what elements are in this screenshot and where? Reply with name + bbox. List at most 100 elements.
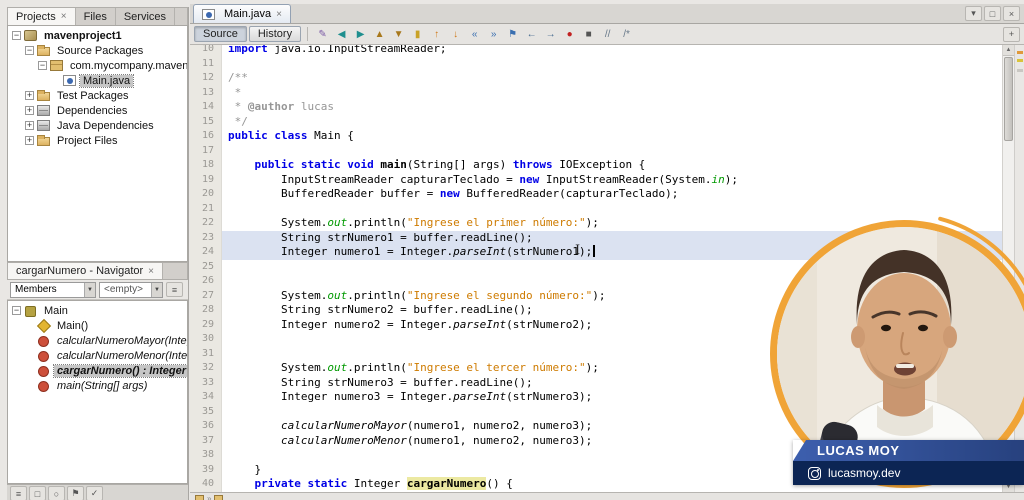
members-dropdown[interactable]: Members ▼ <box>10 282 96 298</box>
navigator-item-main[interactable]: −Main <box>8 303 187 318</box>
uncomment-icon[interactable]: /* <box>618 26 635 43</box>
code-line-13[interactable]: 13 * <box>190 86 1002 101</box>
expand-icon[interactable]: + <box>25 121 34 130</box>
comment-icon[interactable]: // <box>599 26 616 43</box>
expand-icon[interactable]: + <box>25 91 34 100</box>
close-tab-icon[interactable]: × <box>276 9 282 20</box>
toggle-highlight-icon[interactable]: ▮ <box>409 26 426 43</box>
previous-occurrence-icon[interactable]: ↑ <box>428 26 445 43</box>
document-list-icon[interactable]: ▾ <box>965 6 982 21</box>
code-line-16[interactable]: 16public class Main { <box>190 129 1002 144</box>
tasks-window-icon[interactable]: ✓ <box>86 486 103 500</box>
code-line-17[interactable]: 17 <box>190 144 1002 159</box>
filters-icon[interactable]: ≡ <box>166 282 183 297</box>
collapse-icon[interactable]: − <box>38 61 47 70</box>
project-item-main-java[interactable]: Main.java <box>8 73 187 88</box>
search-results-icon[interactable]: ○ <box>48 486 65 500</box>
mark[interactable] <box>1017 69 1023 72</box>
shift-left-icon[interactable]: ← <box>523 26 540 43</box>
scroll-up-icon[interactable]: ▲ <box>1003 45 1014 56</box>
warning-mark[interactable] <box>1017 59 1023 62</box>
next-occurrence-icon[interactable]: ↓ <box>447 26 464 43</box>
bottom-toolbar: ≡□○⚑✓ <box>7 484 188 500</box>
files-view-icon[interactable]: ≡ <box>10 486 27 500</box>
collapse-icon[interactable]: − <box>25 46 34 55</box>
editor-toolbar-icons: ✎◀▶▲▼▮↑↓«»⚑←→●■///* <box>314 26 635 43</box>
warning-mark[interactable] <box>1017 51 1023 54</box>
line-number: 36 <box>190 419 222 434</box>
output-window-icon[interactable]: □ <box>29 486 46 500</box>
filter-dropdown-value: <empty> <box>104 284 143 295</box>
history-button[interactable]: History <box>249 26 301 42</box>
code-line-12[interactable]: 12/** <box>190 71 1002 86</box>
filter-dropdown[interactable]: <empty> ▼ <box>99 282 163 298</box>
panel-tab-services[interactable]: Services <box>116 8 175 25</box>
folder-icon <box>37 137 50 146</box>
code-line-11[interactable]: 11 <box>190 57 1002 72</box>
tab-navigator[interactable]: cargarNumero - Navigator × <box>8 263 163 279</box>
breadcrumb-separator: » <box>207 494 211 500</box>
code-line-20[interactable]: 20 BufferedReader buffer = new BufferedR… <box>190 187 1002 202</box>
maximize-window-icon[interactable]: □ <box>984 6 1001 21</box>
method-icon <box>37 380 50 391</box>
navigator-item-calcularnumeromenor-integer-nume[interactable]: calcularNumeroMenor(Integer numero1, Int… <box>8 348 187 363</box>
previous-edit-icon[interactable]: ✎ <box>314 26 331 43</box>
project-item-test-packages[interactable]: +Test Packages <box>8 88 187 103</box>
project-item-project-files[interactable]: +Project Files <box>8 133 187 148</box>
line-number: 18 <box>190 158 222 173</box>
line-number: 31 <box>190 347 222 362</box>
package-icon <box>50 60 63 71</box>
project-item-java-dependencies[interactable]: +Java Dependencies <box>8 118 187 133</box>
project-item-mavenproject1[interactable]: −mavenproject1 <box>8 28 187 43</box>
code-line-18[interactable]: 18 public static void main(String[] args… <box>190 158 1002 173</box>
members-dropdown-label: Members <box>15 284 57 295</box>
mouse-cursor-ibeam: I <box>575 243 580 258</box>
line-number: 19 <box>190 173 222 188</box>
code-line-15[interactable]: 15 */ <box>190 115 1002 130</box>
panel-tab-projects[interactable]: Projects× <box>8 8 76 25</box>
find-previous-icon[interactable]: ▲ <box>371 26 388 43</box>
stop-macro-icon[interactable]: ■ <box>580 26 597 43</box>
expand-icon[interactable]: + <box>25 136 34 145</box>
navigator-item-main-string-args[interactable]: main(String[] args) <box>8 378 187 393</box>
netbeans-window: Projects×FilesServices −mavenproject1−So… <box>0 0 1024 500</box>
collapse-icon[interactable]: − <box>12 306 21 315</box>
navigator-item-calcularnumeromayor-integer-nume[interactable]: calcularNumeroMayor(Integer numero1, Int… <box>8 333 187 348</box>
toggle-bookmark-icon[interactable]: ⚑ <box>504 26 521 43</box>
navigator-item-cargarnumero-integer[interactable]: cargarNumero() : Integer <box>8 363 187 378</box>
back-icon[interactable]: ◀ <box>333 26 350 43</box>
project-item-dependencies[interactable]: +Dependencies <box>8 103 187 118</box>
line-number: 26 <box>190 274 222 289</box>
jar-icon <box>37 105 50 116</box>
bookmarks-window-icon[interactable]: ⚑ <box>67 486 84 500</box>
shift-right-icon[interactable]: → <box>542 26 559 43</box>
navigator-members-list[interactable]: −MainMain()calcularNumeroMayor(Integer n… <box>7 300 188 484</box>
panel-tab-files[interactable]: Files <box>76 8 116 25</box>
project-icon <box>24 30 37 41</box>
add-split-icon[interactable]: + <box>1003 27 1020 42</box>
navigator-item-main[interactable]: Main() <box>8 318 187 333</box>
code-line-14[interactable]: 14 * @author lucas <box>190 100 1002 115</box>
collapse-icon[interactable]: − <box>12 31 21 40</box>
tab-main-java[interactable]: Main.java × <box>193 4 291 23</box>
start-macro-icon[interactable]: ● <box>561 26 578 43</box>
find-next-icon[interactable]: ▼ <box>390 26 407 43</box>
method-icon <box>37 365 50 376</box>
project-item-source-packages[interactable]: −Source Packages <box>8 43 187 58</box>
next-bookmark-icon[interactable]: » <box>485 26 502 43</box>
projects-tree[interactable]: −mavenproject1−Source Packages−com.mycom… <box>7 25 188 262</box>
code-line-10[interactable]: 10import java.io.InputStreamReader; <box>190 45 1002 57</box>
previous-bookmark-icon[interactable]: « <box>466 26 483 43</box>
line-number: 10 <box>190 45 222 57</box>
forward-icon[interactable]: ▶ <box>352 26 369 43</box>
project-item-com-mycompany-mavenproject1[interactable]: −com.mycompany.mavenproject1 <box>8 58 187 73</box>
line-number: 23 <box>190 231 222 246</box>
scrollbar-thumb[interactable] <box>1004 57 1013 141</box>
close-window-icon[interactable]: × <box>1003 6 1020 21</box>
code-line-21[interactable]: 21 <box>190 202 1002 217</box>
expand-icon[interactable]: + <box>25 106 34 115</box>
close-icon[interactable]: × <box>61 11 67 22</box>
code-line-19[interactable]: 19 InputStreamReader capturarTeclado = n… <box>190 173 1002 188</box>
close-icon[interactable]: × <box>148 266 154 277</box>
source-button[interactable]: Source <box>194 26 247 42</box>
